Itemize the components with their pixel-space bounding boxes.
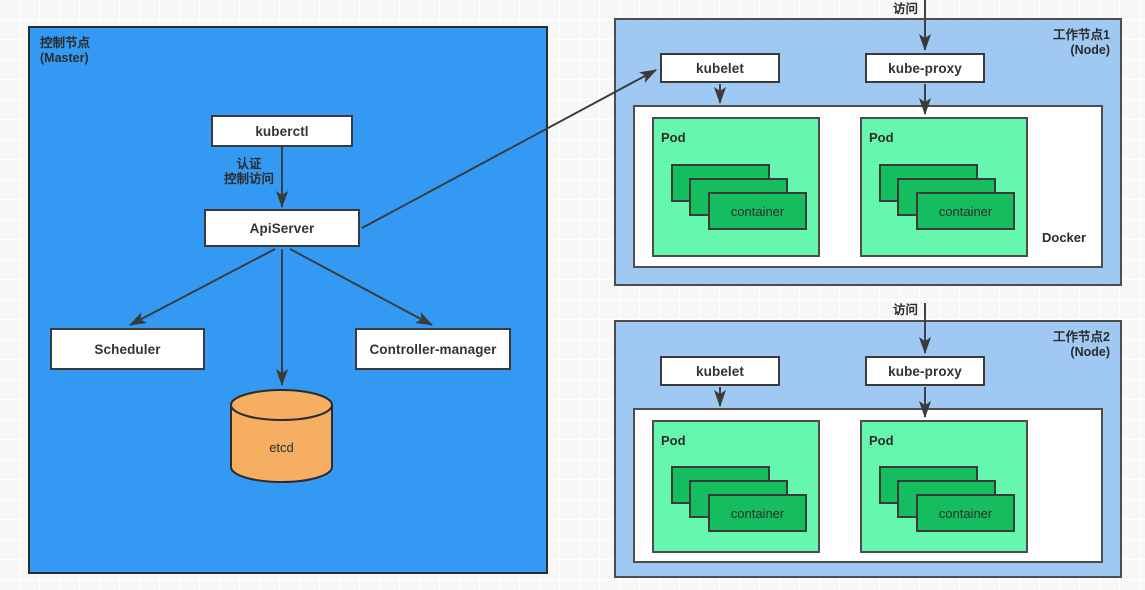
node-1-kube-proxy-box[interactable]: kube-proxy (865, 53, 985, 83)
auth-edge-label: 认证 控制访问 (222, 157, 276, 187)
node-2-kube-proxy-label: kube-proxy (888, 363, 962, 379)
node-1-pod-2-container-1[interactable]: container (916, 192, 1015, 230)
node-2-ingress-label: 访问 (893, 303, 918, 318)
worker-node-1-label-line2: (Node) (1070, 43, 1110, 57)
node-2-pod-2-container-1[interactable]: container (916, 494, 1015, 532)
master-label-line1: 控制节点 (40, 36, 91, 50)
node-2-pod-1-label: Pod (661, 433, 686, 448)
node-2-ingress-text: 访问 (893, 303, 919, 317)
worker-node-1-label: 工作节点1 (Node) (972, 28, 1110, 58)
scheduler-label: Scheduler (94, 341, 161, 357)
apiserver-label: ApiServer (249, 220, 315, 236)
node-2-pod-1-container-1-label: container (730, 505, 785, 521)
node-1-ingress-label: 访问 (893, 2, 918, 17)
node-1-pod-1-label: Pod (661, 130, 686, 145)
kuberctl-box[interactable]: kuberctl (211, 115, 353, 147)
worker-node-2-label: 工作节点2 (Node) (972, 330, 1110, 360)
node-2-pod-2-label: Pod (869, 433, 894, 448)
node-2-pod-2-container-1-label: container (938, 505, 993, 521)
node-2-kubelet-box[interactable]: kubelet (660, 356, 780, 386)
worker-node-2-label-line2: (Node) (1070, 345, 1110, 359)
node-1-pod-1-container-1-label: container (730, 203, 785, 219)
node-2-kube-proxy-box[interactable]: kube-proxy (865, 356, 985, 386)
node-1-kube-proxy-label: kube-proxy (888, 60, 962, 76)
scheduler-box[interactable]: Scheduler (50, 328, 205, 370)
node-1-pod-2-container-1-label: container (938, 203, 993, 219)
master-node-region[interactable] (28, 26, 548, 574)
node-1-ingress-text: 访问 (893, 2, 919, 16)
master-node-label: 控制节点 (Master) (40, 36, 90, 66)
node-1-pod-2-text: Pod (869, 130, 894, 145)
node-2-pod-2-text: Pod (869, 433, 894, 448)
etcd-cylinder-shape (230, 389, 333, 483)
node-1-kubelet-box[interactable]: kubelet (660, 53, 780, 83)
node-1-runtime-text: Docker (1042, 230, 1087, 245)
node-2-pod-1-text: Pod (661, 433, 686, 448)
node-1-pod-2-label: Pod (869, 130, 894, 145)
worker-node-2-label-line1: 工作节点2 (1053, 330, 1110, 344)
node-2-pod-1-container-1[interactable]: container (708, 494, 807, 532)
apiserver-box[interactable]: ApiServer (204, 209, 360, 247)
master-label-line2: (Master) (40, 51, 89, 65)
node-1-pod-1-container-1[interactable]: container (708, 192, 807, 230)
node-1-kubelet-label: kubelet (696, 60, 744, 76)
diagram-canvas: 控制节点 (Master) kuberctl 认证 控制访问 ApiServer … (0, 0, 1145, 590)
etcd-label: etcd (269, 440, 294, 455)
controller-manager-label: Controller-manager (369, 341, 497, 357)
node-2-kubelet-label: kubelet (696, 363, 744, 379)
etcd-cylinder[interactable]: etcd (229, 388, 334, 484)
auth-edge-label-line1: 认证 控制访问 (223, 157, 274, 186)
node-1-pod-1-text: Pod (661, 130, 686, 145)
controller-manager-box[interactable]: Controller-manager (355, 328, 511, 370)
node-1-runtime-label: Docker (1042, 230, 1086, 245)
kuberctl-label: kuberctl (255, 123, 309, 139)
worker-node-1-label-line1: 工作节点1 (1053, 28, 1110, 42)
